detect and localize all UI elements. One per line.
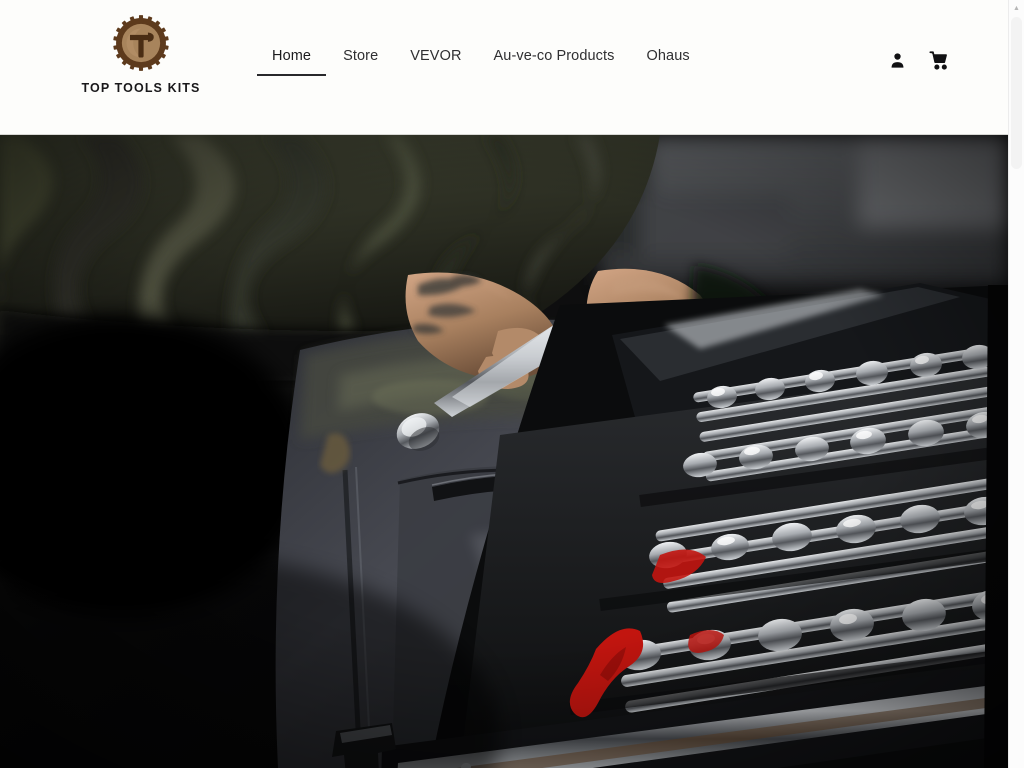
nav-item-store[interactable]: Store (327, 46, 394, 76)
account-button[interactable] (884, 47, 910, 73)
main-navigation: Home Store VEVOR Au-ve-co Products Ohaus (256, 46, 706, 76)
scroll-down-arrow-icon[interactable] (1009, 752, 1024, 768)
site-header: TOP TOOLS KITS Home Store VEVOR Au-ve-co… (0, 0, 1008, 135)
nav-item-vevor[interactable]: VEVOR (394, 46, 477, 76)
scroll-up-arrow-icon[interactable]: ▲ (1009, 0, 1024, 16)
hero-banner (0, 135, 1008, 768)
brand-logo-link[interactable]: TOP TOOLS KITS (82, 14, 200, 95)
nav-item-home[interactable]: Home (256, 46, 327, 76)
user-icon (891, 52, 903, 68)
shopping-cart-icon (928, 50, 947, 70)
cart-button[interactable] (926, 47, 952, 73)
vertical-scrollbar[interactable]: ▲ (1008, 0, 1024, 768)
browser-page: TOP TOOLS KITS Home Store VEVOR Au-ve-co… (0, 0, 1024, 768)
hero-image (0, 135, 1008, 768)
header-actions (884, 47, 952, 73)
scrollbar-thumb[interactable] (1011, 17, 1022, 169)
nav-item-ohaus[interactable]: Ohaus (631, 46, 706, 76)
page-viewport: TOP TOOLS KITS Home Store VEVOR Au-ve-co… (0, 0, 1008, 768)
nav-item-au-ve-co-products[interactable]: Au-ve-co Products (478, 46, 631, 76)
brand-name: TOP TOOLS KITS (81, 81, 201, 95)
gear-hammer-logo-icon (113, 15, 169, 71)
